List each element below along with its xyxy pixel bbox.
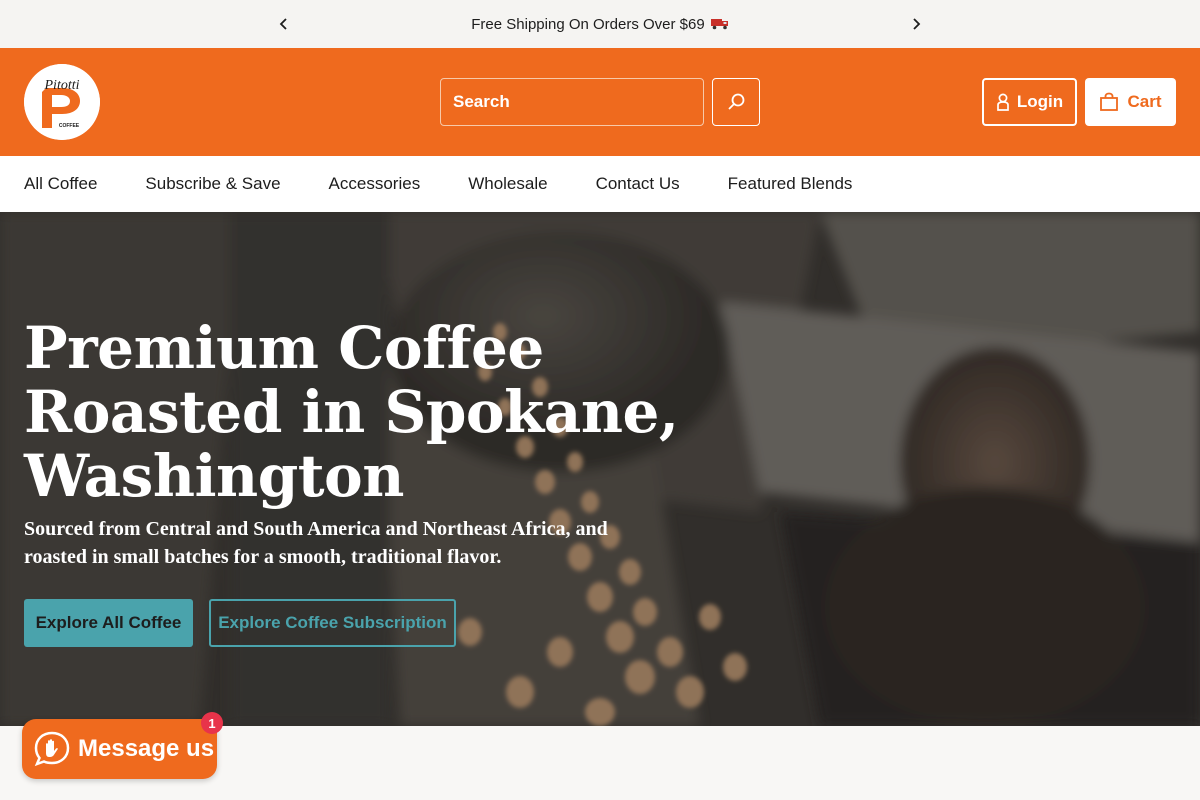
cart-label: Cart (1127, 92, 1162, 111)
chevron-left-icon (279, 18, 287, 30)
delivery-truck-icon (710, 19, 728, 30)
chat-bubble-hand-icon (34, 731, 70, 767)
svg-text:Pitotti: Pitotti (44, 78, 80, 93)
search-input[interactable] (440, 78, 704, 126)
main-navigation: All Coffee Subscribe & Save Accessories … (0, 156, 1200, 212)
search-icon (728, 93, 745, 110)
nav-item-contact-us[interactable]: Contact Us (596, 174, 680, 194)
user-icon (997, 93, 1009, 111)
shopping-bag-icon (1100, 92, 1119, 111)
nav-item-all-coffee[interactable]: All Coffee (24, 174, 97, 194)
explore-all-coffee-button[interactable]: Explore All Coffee (24, 599, 193, 647)
next-announcement-button[interactable] (904, 12, 928, 36)
announcement-bar: Free Shipping On Orders Over $69 (0, 0, 1200, 48)
announcement-text: Free Shipping On Orders Over $69 (471, 15, 705, 33)
previous-announcement-button[interactable] (272, 12, 296, 36)
pitotti-logo-icon: Pitotti COFFEE (24, 64, 100, 140)
svg-text:COFFEE: COFFEE (59, 123, 80, 129)
search-button[interactable] (712, 78, 760, 126)
hero-subtitle: Sourced from Central and South America a… (24, 518, 608, 568)
login-button[interactable]: Login (982, 78, 1077, 126)
hero-title: Premium Coffee Roasted in Spokane, Washi… (24, 314, 679, 510)
hero-banner: Premium Coffee Roasted in Spokane, Washi… (0, 212, 1200, 726)
site-header: Pitotti COFFEE Login Cart (0, 48, 1200, 156)
nav-item-featured-blends[interactable]: Featured Blends (728, 174, 853, 194)
cart-button[interactable]: Cart (1085, 78, 1176, 126)
message-us-chat-button[interactable]: Message us (22, 719, 217, 779)
unread-message-badge: 1 (201, 712, 223, 734)
chat-label: Message us (78, 735, 215, 762)
nav-item-wholesale[interactable]: Wholesale (468, 174, 547, 194)
nav-item-accessories[interactable]: Accessories (329, 174, 421, 194)
explore-coffee-subscription-button[interactable]: Explore Coffee Subscription (209, 599, 456, 647)
announcement-message[interactable]: Free Shipping On Orders Over $69 (471, 16, 728, 33)
site-logo[interactable]: Pitotti COFFEE (24, 64, 100, 140)
login-label: Login (1016, 92, 1064, 111)
nav-item-subscribe-save[interactable]: Subscribe & Save (145, 174, 280, 194)
chevron-right-icon (913, 18, 921, 30)
